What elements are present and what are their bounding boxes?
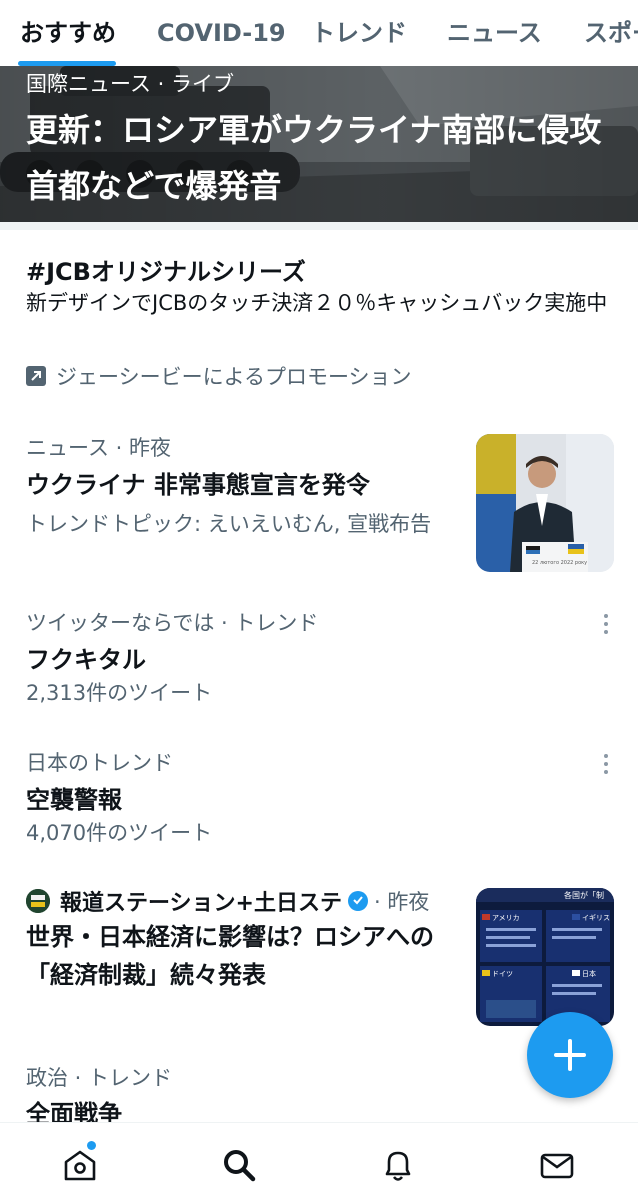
tweet-count: 4,070件のツイート	[26, 821, 213, 845]
tab-covid[interactable]: COVID-19	[157, 18, 286, 48]
tweet-count: 2,313件のツイート	[26, 681, 213, 705]
hero-category: 国際ニュース · ライブ	[26, 72, 234, 96]
thumbnail-label-japan: 日本	[582, 969, 596, 978]
home-notification-dot	[87, 1141, 96, 1150]
hero-title: 更新：ロシア軍がウクライナ南部に侵攻 首都などで爆発音	[26, 111, 602, 205]
news-thumbnail: 各国が「制 アメリカ イギリス ドイツ 日本	[476, 888, 614, 1026]
thumbnail-label-header: 各国が「制	[564, 890, 604, 900]
tab-trends[interactable]: トレンド	[311, 18, 407, 48]
bottom-navigation	[0, 1122, 638, 1200]
home-icon[interactable]	[60, 1145, 100, 1185]
promoted-by-row: ジェーシービーによるプロモーション	[26, 362, 412, 390]
source-avatar	[26, 889, 50, 913]
tab-recommended[interactable]: おすすめ	[20, 18, 116, 48]
source-row: 報道ステーション+土日ステ · 昨夜	[26, 886, 429, 916]
bell-icon[interactable]	[378, 1145, 418, 1185]
tab-news[interactable]: ニュース	[447, 18, 542, 48]
trend-meta: 政治 · トレンド	[26, 1066, 173, 1090]
news-thumbnail: 22 лютого 2022 року	[476, 434, 614, 572]
trend-title: フクキタル	[26, 646, 146, 674]
section-divider	[0, 222, 638, 230]
verified-badge-icon	[348, 891, 368, 911]
trend-meta: ツイッターならでは · トレンド	[26, 611, 319, 635]
tab-sports[interactable]: スポー	[584, 18, 638, 48]
more-options-icon[interactable]	[596, 750, 616, 778]
compose-tweet-button[interactable]	[527, 1012, 613, 1098]
trend-meta: 日本のトレンド	[26, 751, 173, 775]
hero-news-card[interactable]: 国際ニュース · ライブ 更新：ロシア軍がウクライナ南部に侵攻 首都などで爆発音	[0, 66, 638, 222]
active-tab-indicator	[18, 61, 116, 66]
mail-icon[interactable]	[537, 1145, 577, 1185]
promoted-arrow-icon	[26, 366, 46, 386]
source-name: 報道ステーション+土日ステ	[60, 891, 342, 916]
top-tab-bar: おすすめ COVID-19 トレンド ニュース スポー	[0, 0, 638, 66]
thumbnail-label-usa: アメリカ	[492, 914, 520, 922]
promoted-by-text: ジェーシービーによるプロモーション	[56, 365, 412, 389]
thumbnail-caption: 22 лютого 2022 року	[532, 560, 587, 566]
thumbnail-label-uk: イギリス	[582, 914, 610, 922]
trend-title: ウクライナ 非常事態宣言を発令	[26, 471, 370, 499]
trend-title: 世界・日本経済に影響は？ロシアへの「経済制裁」続々発表	[26, 923, 434, 989]
trend-title: 空襲警報	[26, 786, 122, 814]
trend-topics: トレンドトピック: えいえいむん, 宣戦布告	[26, 512, 432, 536]
trend-meta: ニュース · 昨夜	[26, 436, 171, 460]
promo-description: 新デザインでJCBのタッチ決済２０％キャッシュバック実施中	[26, 291, 608, 315]
more-options-icon[interactable]	[596, 610, 616, 638]
promo-title: #JCBオリジナルシリーズ	[26, 258, 306, 286]
thumbnail-label-germany: ドイツ	[492, 970, 513, 978]
source-time: · 昨夜	[374, 890, 430, 914]
search-icon[interactable]	[219, 1145, 259, 1185]
